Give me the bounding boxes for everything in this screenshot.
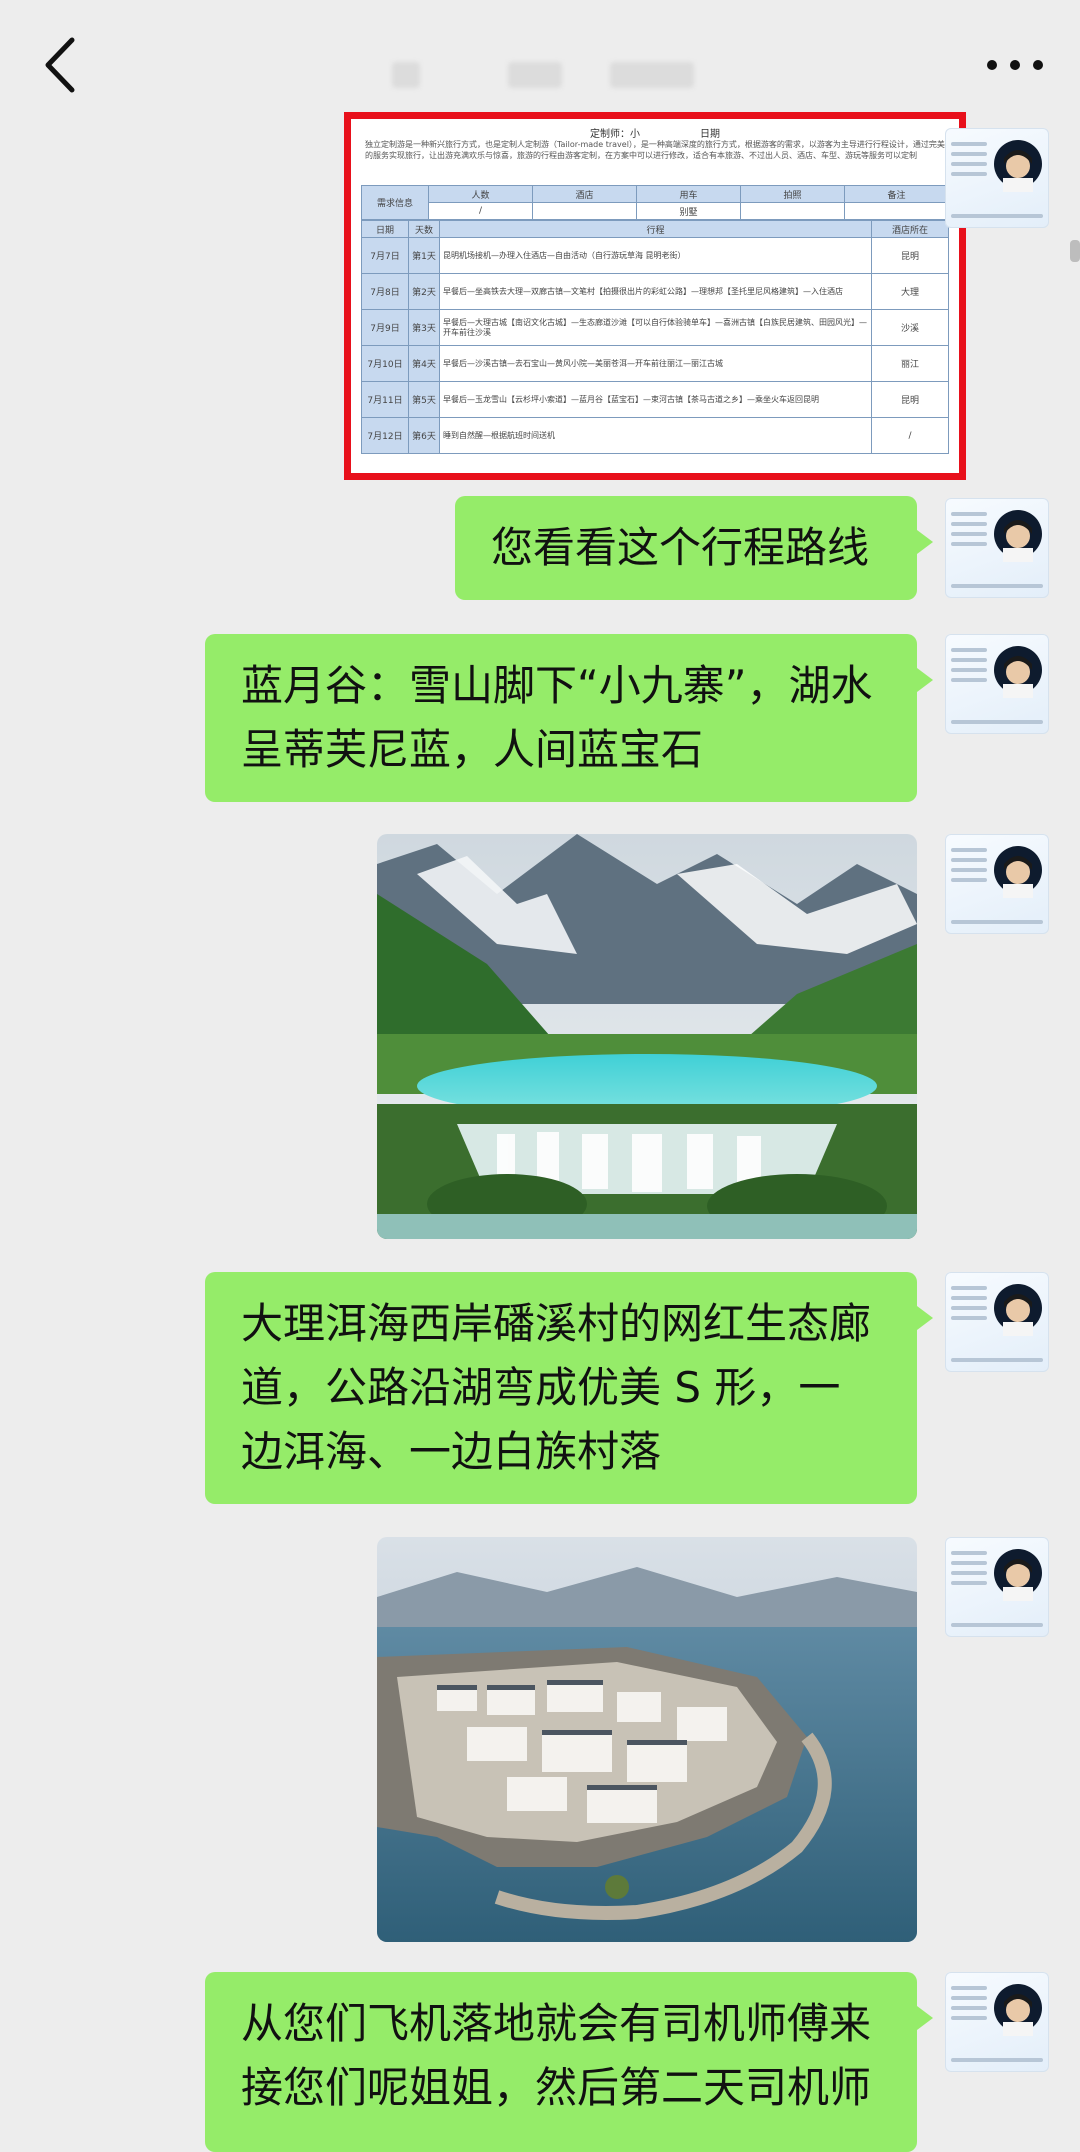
- itinerary-row: 7月7日 第1天 昆明机场接机—办理入住酒店—自由活动（自行游玩草海 昆明老街）…: [361, 237, 949, 274]
- avatar-photo-icon: [994, 140, 1042, 192]
- itinerary-plan: 睡到自然醒—根据航班时间送机: [439, 417, 872, 454]
- chat-title-blurred: [392, 62, 420, 88]
- itinerary-plan: 早餐后—玉龙雪山【云杉坪小索道】—蓝月谷【蓝宝石】—束河古镇【茶马古道之乡】—乘…: [439, 381, 872, 418]
- itinerary-header-cell: 人数: [428, 185, 533, 203]
- itinerary-sub-cell: /: [428, 202, 533, 220]
- itinerary-label-cell: 需求信息: [361, 185, 429, 220]
- itinerary-row: 7月11日 第5天 早餐后—玉龙雪山【云杉坪小索道】—蓝月谷【蓝宝石】—束河古镇…: [361, 381, 949, 418]
- avatar[interactable]: [945, 498, 1049, 598]
- itinerary-image-message[interactable]: 定制师：小 日期 独立定制游是一种新兴旅行方式，也是定制人定制游（Tailor-…: [344, 112, 966, 480]
- avatar[interactable]: [945, 834, 1049, 934]
- avatar-photo-icon: [994, 1549, 1042, 1601]
- avatar[interactable]: [945, 1272, 1049, 1372]
- itinerary-plan: 早餐后—沙溪古镇—去石宝山—黄风小院—美丽苍洱—开车前往丽江—丽江古城: [439, 345, 872, 382]
- message-text: 您看看这个行程路线: [491, 523, 870, 572]
- itinerary-date: 7月10日: [361, 345, 409, 382]
- itinerary-date: 7月11日: [361, 381, 409, 418]
- itinerary-col-hotel: 酒店所在: [871, 220, 949, 238]
- avatar[interactable]: [945, 128, 1049, 228]
- message-text: 从您们飞机落地就会有司机师傅来接您们呢姐姐，然后第二天司机师: [241, 1999, 872, 2112]
- chat-header: [0, 0, 1080, 130]
- more-dots-icon: [987, 60, 1043, 70]
- itinerary-sub-cell: [740, 202, 845, 220]
- avatar[interactable]: [945, 634, 1049, 734]
- itinerary-hotel: 昆明: [871, 237, 949, 274]
- back-button[interactable]: [30, 30, 90, 100]
- avatar-photo-icon: [994, 1984, 1042, 2036]
- itinerary-intro-text: 独立定制游是一种新兴旅行方式，也是定制人定制游（Tailor-made trav…: [365, 140, 945, 160]
- avatar-photo-icon: [994, 510, 1042, 562]
- itinerary-col-plan: 行程: [439, 220, 872, 238]
- chat-title-blurred: [508, 62, 562, 88]
- message-text: 大理洱海西岸磻溪村的网红生态廊道，公路沿湖弯成优美 S 形，一边洱海、一边白族村…: [241, 1299, 872, 1476]
- itinerary-plan: 昆明机场接机—办理入住酒店—自由活动（自行游玩草海 昆明老街）: [439, 237, 872, 274]
- image-message-blue-moon-valley[interactable]: [377, 834, 917, 1239]
- itinerary-day: 第3天: [408, 309, 440, 346]
- message-bubble[interactable]: 从您们飞机落地就会有司机师傅来接您们呢姐姐，然后第二天司机师: [205, 1972, 933, 2152]
- more-button[interactable]: [980, 45, 1050, 85]
- itinerary-date: 7月8日: [361, 273, 409, 310]
- itinerary-row: 7月8日 第2天 早餐后—坐高铁去大理—双廊古镇—文笔村【拍摄很出片的彩虹公路】…: [361, 273, 949, 310]
- avatar-photo-icon: [994, 846, 1042, 898]
- itinerary-day: 第2天: [408, 273, 440, 310]
- itinerary-hotel: 沙溪: [871, 309, 949, 346]
- itinerary-table: 需求信息 人数 酒店 用车 拍照 备注 / 别墅: [361, 185, 949, 220]
- itinerary-date: 7月7日: [361, 237, 409, 274]
- itinerary-day: 第6天: [408, 417, 440, 454]
- itinerary-date: 7月12日: [361, 417, 409, 454]
- avatar-photo-icon: [994, 646, 1042, 698]
- itinerary-heading: 定制师：小 日期: [361, 125, 949, 140]
- chevron-left-icon: [45, 37, 75, 93]
- itinerary-row: 7月12日 第6天 睡到自然醒—根据航班时间送机 /: [361, 417, 949, 454]
- itinerary-day: 第1天: [408, 237, 440, 274]
- itinerary-row: 7月10日 第4天 早餐后—沙溪古镇—去石宝山—黄风小院—美丽苍洱—开车前往丽江…: [361, 345, 949, 382]
- itinerary-hotel: 昆明: [871, 381, 949, 418]
- itinerary-plan: 早餐后—大理古城【南诏文化古城】—生态廊道沙滩【可以自行体验骑单车】—喜洲古镇【…: [439, 309, 872, 346]
- itinerary-hotel: 大理: [871, 273, 949, 310]
- itinerary-table-image: 定制师：小 日期 独立定制游是一种新兴旅行方式，也是定制人定制游（Tailor-…: [361, 125, 949, 465]
- itinerary-header-cell: 酒店: [532, 185, 637, 203]
- aerial-photo-icon: [377, 1537, 917, 1942]
- scrollbar-thumb[interactable]: [1070, 240, 1080, 262]
- itinerary-col-date: 日期: [361, 220, 409, 238]
- avatar[interactable]: [945, 1972, 1049, 2072]
- itinerary-header-cell: 备注: [844, 185, 949, 203]
- itinerary-day: 第4天: [408, 345, 440, 382]
- itinerary-hotel: /: [871, 417, 949, 454]
- message-bubble[interactable]: 蓝月谷：雪山脚下“小九寨”，湖水呈蒂芙尼蓝，人间蓝宝石: [205, 634, 933, 802]
- itinerary-sub-cell: [532, 202, 637, 220]
- message-bubble[interactable]: 您看看这个行程路线: [455, 496, 933, 600]
- itinerary-col-day: 天数: [408, 220, 440, 238]
- itinerary-schedule-table: 日期 天数 行程 酒店所在 7月7日 第1天 昆明机场接机—办理入住酒店—自由活…: [361, 220, 949, 454]
- avatar-photo-icon: [994, 1284, 1042, 1336]
- itinerary-heading-date: 日期: [700, 129, 720, 140]
- itinerary-date: 7月9日: [361, 309, 409, 346]
- itinerary-row: 7月9日 第3天 早餐后—大理古城【南诏文化古城】—生态廊道沙滩【可以自行体验骑…: [361, 309, 949, 346]
- itinerary-header-cell: 用车: [636, 185, 741, 203]
- itinerary-header-cell: 拍照: [740, 185, 845, 203]
- message-text: 蓝月谷：雪山脚下“小九寨”，湖水呈蒂芙尼蓝，人间蓝宝石: [241, 661, 873, 774]
- itinerary-sub-cell: [844, 202, 949, 220]
- image-message-erhai-village[interactable]: [377, 1537, 917, 1942]
- itinerary-hotel: 丽江: [871, 345, 949, 382]
- itinerary-heading-designer: 定制师：小: [590, 129, 640, 140]
- chat-title-blurred: [610, 62, 694, 88]
- itinerary-plan: 早餐后—坐高铁去大理—双廊古镇—文笔村【拍摄很出片的彩虹公路】—理想邦【圣托里尼…: [439, 273, 872, 310]
- avatar[interactable]: [945, 1537, 1049, 1637]
- itinerary-sub-cell: 别墅: [636, 202, 741, 220]
- landscape-photo-icon: [377, 834, 917, 1239]
- itinerary-day: 第5天: [408, 381, 440, 418]
- message-bubble[interactable]: 大理洱海西岸磻溪村的网红生态廊道，公路沿湖弯成优美 S 形，一边洱海、一边白族村…: [205, 1272, 933, 1504]
